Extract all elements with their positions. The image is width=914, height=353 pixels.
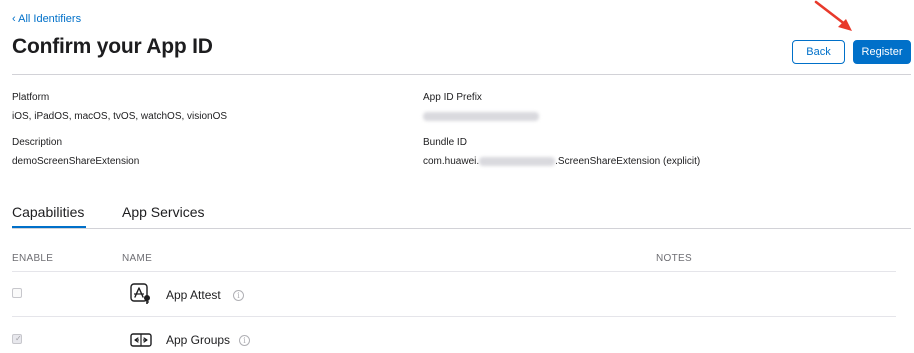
row-divider: [12, 316, 896, 317]
tab-capabilities[interactable]: Capabilities: [12, 204, 86, 220]
app-groups-icon: [130, 333, 152, 347]
column-header-name: NAME: [122, 253, 153, 264]
app-id-prefix-value: [423, 111, 539, 122]
redacted-prefix: [423, 111, 539, 121]
platform-value: iOS, iPadOS, macOS, tvOS, watchOS, visio…: [12, 111, 228, 122]
enable-checkbox[interactable]: [12, 288, 22, 298]
info-icon[interactable]: i: [233, 290, 244, 301]
column-header-enable: ENABLE: [12, 253, 54, 264]
tab-app-services[interactable]: App Services: [122, 204, 212, 220]
all-identifiers-link[interactable]: ‹ All Identifiers: [12, 13, 81, 25]
column-header-notes: NOTES: [656, 253, 692, 264]
bundle-id-prefix: com.huawei.: [423, 156, 480, 167]
back-button[interactable]: Back: [792, 40, 845, 64]
description-label: Description: [12, 137, 63, 148]
register-button[interactable]: Register: [853, 40, 911, 64]
header-divider: [12, 74, 911, 75]
app-attest-icon: [130, 283, 150, 304]
app-id-prefix-label: App ID Prefix: [423, 92, 482, 103]
capability-name: App Attest: [166, 288, 221, 302]
bundle-id-label: Bundle ID: [423, 137, 467, 148]
bundle-id-suffix: .ScreenShareExtension (explicit): [555, 156, 701, 167]
platform-label: Platform: [12, 92, 50, 103]
info-icon[interactable]: i: [239, 335, 250, 346]
annotation-arrow-icon: [814, 0, 852, 31]
bundle-id-value: com.huawei. .ScreenShareExtension (explic…: [423, 156, 700, 167]
tabs-divider: [12, 228, 911, 229]
page-title: Confirm your App ID: [12, 35, 213, 58]
checkmark-icon: ✓: [15, 334, 22, 343]
capability-name: App Groups: [166, 333, 231, 347]
header-row-divider: [12, 271, 896, 272]
redacted-bundle-segment: [479, 156, 556, 166]
enable-checkbox[interactable]: ✓: [12, 334, 22, 344]
description-value: demoScreenShareExtension: [12, 156, 140, 167]
